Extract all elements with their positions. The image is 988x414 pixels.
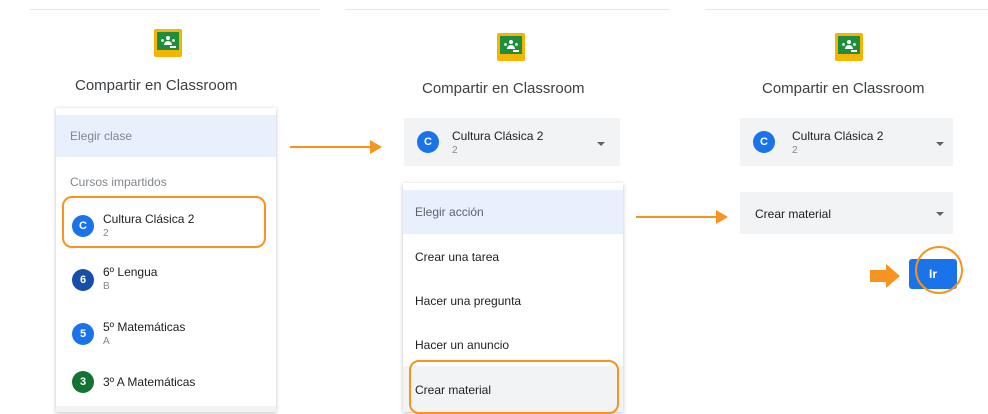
- course-name: 6º Lengua: [103, 265, 158, 279]
- course-item[interactable]: 3 3º A Matemáticas: [56, 366, 276, 406]
- top-divider: [345, 9, 670, 10]
- list-bottom-edge: [56, 406, 276, 412]
- classroom-logo-icon: [154, 29, 182, 57]
- panel-choose-action: Compartir en Classroom C Cultura Clásica…: [345, 0, 675, 414]
- pointer-arrow-icon: [870, 264, 900, 288]
- chevron-down-icon: [936, 212, 944, 216]
- action-item[interactable]: Hacer una pregunta: [415, 294, 521, 308]
- top-divider: [705, 9, 988, 10]
- selected-class-name: Cultura Clásica 2: [792, 129, 884, 143]
- course-section: A: [103, 336, 110, 347]
- share-title: Compartir en Classroom: [422, 80, 585, 97]
- action-item[interactable]: Hacer un anuncio: [415, 338, 509, 352]
- course-name: 5º Matemáticas: [103, 320, 186, 334]
- class-placeholder: Elegir clase: [70, 129, 133, 143]
- action-item[interactable]: Crear una tarea: [415, 250, 499, 264]
- section-label: Cursos impartidos: [70, 175, 167, 189]
- action-placeholder: Elegir acción: [415, 205, 484, 219]
- class-select[interactable]: C Cultura Clásica 2 2: [740, 118, 953, 166]
- selected-action: Crear material: [755, 207, 832, 221]
- selected-class-name: Cultura Clásica 2: [452, 129, 544, 143]
- panel-choose-class: Compartir en Classroom Elegir clase Curs…: [0, 0, 330, 412]
- selected-action-highlight: [409, 360, 619, 414]
- classroom-logo-icon: [835, 33, 863, 61]
- course-avatar: C: [753, 131, 775, 153]
- go-button-highlight: [915, 246, 963, 294]
- share-title: Compartir en Classroom: [75, 77, 238, 94]
- course-section: B: [103, 281, 110, 292]
- top-divider: [30, 9, 320, 10]
- class-dropdown-list: Elegir clase Cursos impartidos C Cultura…: [56, 108, 276, 412]
- panel-confirm: Compartir en Classroom C Cultura Clásica…: [690, 0, 988, 412]
- selected-course-highlight: [62, 196, 266, 248]
- course-avatar: 6: [72, 269, 94, 291]
- chevron-down-icon: [597, 142, 605, 146]
- course-avatar: 5: [72, 323, 94, 345]
- course-name: 3º A Matemáticas: [103, 375, 196, 389]
- course-avatar: C: [417, 131, 439, 153]
- class-select[interactable]: C Cultura Clásica 2 2: [404, 118, 620, 166]
- course-item[interactable]: 5 5º Matemáticas A: [56, 312, 276, 356]
- course-avatar: 3: [72, 371, 94, 393]
- classroom-logo-icon: [497, 33, 525, 61]
- course-item[interactable]: 6 6º Lengua B: [56, 258, 276, 302]
- chevron-down-icon: [936, 142, 944, 146]
- selected-class-section: 2: [792, 145, 798, 156]
- share-title: Compartir en Classroom: [762, 80, 925, 97]
- action-select[interactable]: Crear material: [740, 192, 953, 234]
- selected-class-section: 2: [452, 145, 458, 156]
